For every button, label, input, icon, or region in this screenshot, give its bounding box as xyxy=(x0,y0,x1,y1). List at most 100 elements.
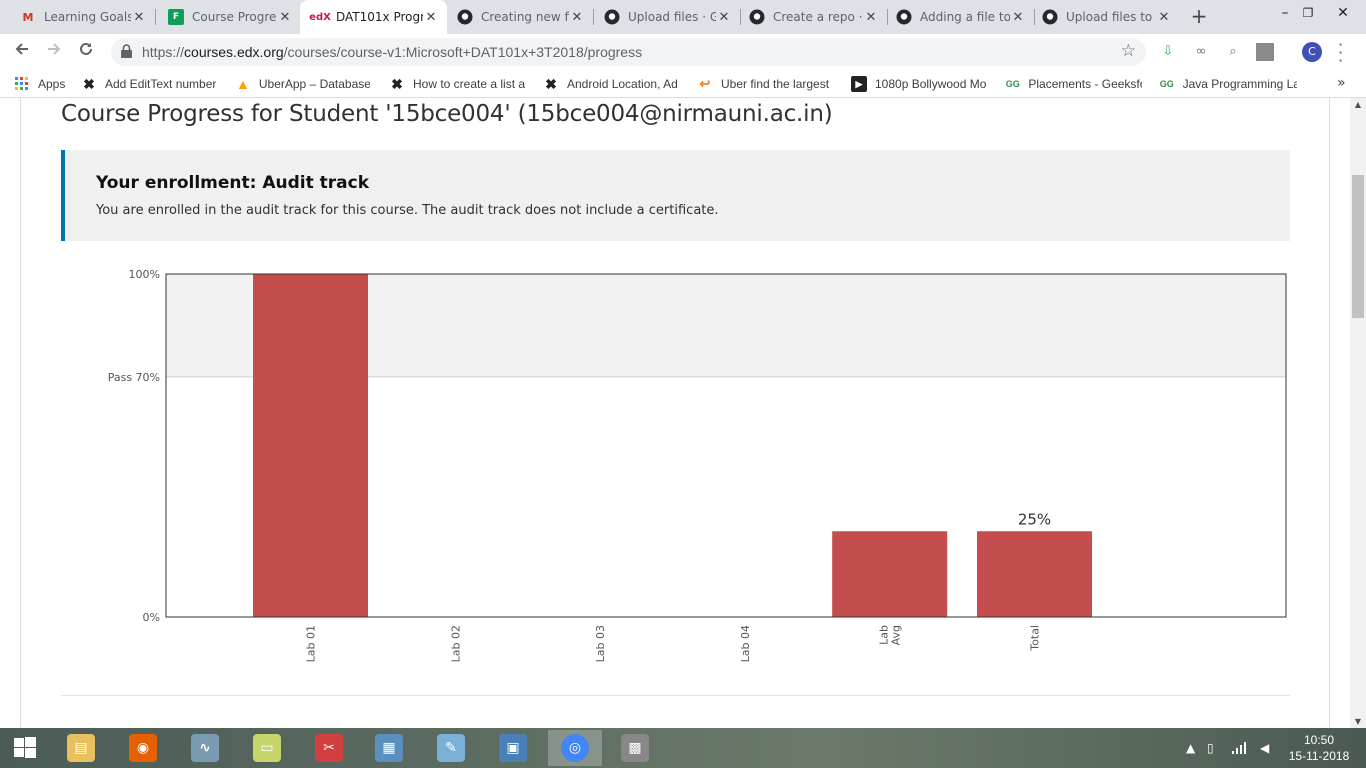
scroll-up-icon[interactable]: ▲ xyxy=(1350,100,1366,109)
bookmark-uberapp[interactable]: ▲ UberApp – Database xyxy=(235,75,370,93)
taskbar-app-button[interactable]: ✂ xyxy=(302,730,356,766)
close-icon[interactable]: ✕ xyxy=(277,10,293,25)
taskbar-app-button[interactable]: ▣ xyxy=(486,730,540,766)
edx-icon: edX xyxy=(309,11,331,23)
enrollment-banner: Your enrollment: Audit track You are enr… xyxy=(61,150,1290,241)
gmail-icon: M xyxy=(22,10,34,24)
tray-chevron-icon[interactable]: ▲ xyxy=(1186,728,1195,768)
close-icon[interactable]: ✕ xyxy=(131,10,147,25)
reload-button[interactable] xyxy=(74,40,98,64)
firefox-icon: ◉ xyxy=(129,734,157,762)
bookmark-placements-gfg[interactable]: GG Placements - Geeksfo xyxy=(1005,75,1142,93)
forms-icon: F xyxy=(168,9,184,25)
github-icon xyxy=(896,9,912,25)
window-close-button[interactable]: ✕ xyxy=(1320,0,1366,30)
taskbar-app-button[interactable]: ▤ xyxy=(54,730,108,766)
scroll-down-icon[interactable]: ▼ xyxy=(1350,717,1366,726)
address-bar[interactable]: https://courses.edx.org/courses/course-v… xyxy=(111,38,1146,66)
start-button[interactable] xyxy=(0,728,50,768)
back-button[interactable] xyxy=(10,40,34,64)
vertical-scrollbar[interactable]: ▲ ▼ xyxy=(1350,98,1366,728)
taskbar-app-button[interactable]: ▦ xyxy=(362,730,416,766)
forward-arrow-icon xyxy=(48,43,61,55)
chart-bar xyxy=(253,274,368,617)
bookmark-bollywood[interactable]: ▶ 1080p Bollywood Mo xyxy=(851,75,989,93)
gfg-icon: GG xyxy=(1159,79,1174,89)
chart-bar xyxy=(977,531,1092,617)
bookmark-label: Uber find the largest xyxy=(721,77,830,91)
bookmarks-overflow-icon[interactable]: » xyxy=(1337,75,1346,91)
close-icon[interactable]: ✕ xyxy=(863,10,879,25)
tab-course-progress[interactable]: F Course Progress ✕ xyxy=(156,0,301,34)
tab-upload-files[interactable]: Upload files · G ✕ xyxy=(594,0,740,34)
taskbar-app-button[interactable]: ▭ xyxy=(240,730,294,766)
bookmark-star-icon[interactable]: ☆ xyxy=(1121,41,1136,61)
tab-creating-new-files[interactable]: Creating new files ✕ xyxy=(447,0,593,34)
bookmark-create-list[interactable]: ✖ How to create a list a xyxy=(389,75,526,93)
file-explorer-icon: ▤ xyxy=(67,734,95,762)
close-icon[interactable]: ✕ xyxy=(1010,10,1026,25)
github-icon xyxy=(604,9,620,25)
x-icon: ✖ xyxy=(545,75,557,92)
bookmark-add-edittext[interactable]: ✖ Add EditText number xyxy=(81,75,219,93)
tab-upload-files-to[interactable]: Upload files to ✕ xyxy=(1035,0,1180,34)
page-content: Course Progress for Student '15bce004' (… xyxy=(0,98,1350,728)
taskbar-app-button[interactable]: ∿ xyxy=(178,730,232,766)
taskbar-app-button[interactable]: ◉ xyxy=(116,730,170,766)
y-tick-label: Pass 70% xyxy=(108,371,160,384)
extension-download-icon[interactable]: ⇩ xyxy=(1159,43,1177,61)
close-icon[interactable]: ✕ xyxy=(716,10,732,25)
tab-label: Creating new files xyxy=(481,10,569,24)
github-icon xyxy=(1042,9,1058,25)
bookmark-label: 1080p Bollywood Mo xyxy=(875,77,987,91)
progress-chart: Lab 01 Lab 02 Lab 03 Lab 04 LabAvg Total 0% Pas… xyxy=(108,268,1287,662)
extension-search-icon[interactable]: ⌕ xyxy=(1224,43,1242,61)
apps-icon xyxy=(14,76,30,92)
x-tick-label: Lab 01 xyxy=(305,625,318,662)
windows-taskbar: ▤ ◉ ∿ ▭ ✂ ▦ ✎ ▣ ◎ ▩ ▲ ▯ ◀ 10:50 15-11-2018 xyxy=(0,728,1366,768)
task-manager-icon: ∿ xyxy=(191,734,219,762)
url-path: /courses/course-v1:Microsoft+DAT101x+3T2… xyxy=(283,44,643,60)
close-icon[interactable]: ✕ xyxy=(569,10,585,25)
x-tick-label: Lab 04 xyxy=(739,625,752,662)
tab-dat101x-progress[interactable]: edX DAT101x Progress ✕ xyxy=(300,0,447,34)
profile-avatar[interactable]: C xyxy=(1302,42,1322,62)
tray-device-icon[interactable]: ▯ xyxy=(1207,728,1214,768)
taskbar-app-button[interactable]: ◎ xyxy=(548,730,602,766)
play-icon: ▶ xyxy=(851,76,867,92)
back-arrow-icon xyxy=(15,43,28,55)
tab-learning-goals[interactable]: M Learning Goals ✕ xyxy=(0,0,155,34)
bookmark-label: UberApp – Database xyxy=(258,77,370,91)
extension-cycle-icon[interactable]: ∞ xyxy=(1192,43,1210,61)
tab-adding-a-file[interactable]: Adding a file to ✕ xyxy=(888,0,1034,34)
firebase-icon: ▲ xyxy=(236,76,250,92)
close-icon[interactable]: ✕ xyxy=(1156,10,1172,25)
bookmark-uber-largest[interactable]: ↩ Uber find the largest xyxy=(697,75,832,93)
close-icon[interactable]: ✕ xyxy=(423,10,439,25)
bookmark-label: Placements - Geeksfo xyxy=(1028,77,1142,91)
scrollbar-thumb[interactable] xyxy=(1352,175,1364,318)
extension-gray-icon[interactable] xyxy=(1256,43,1274,61)
snipping-tool-icon: ✂ xyxy=(315,734,343,762)
bookmark-label: Add EditText number xyxy=(105,77,217,91)
system-clock[interactable]: 10:50 15-11-2018 xyxy=(1284,732,1354,764)
new-tab-button[interactable]: + xyxy=(1188,5,1210,27)
network-signal-icon[interactable] xyxy=(1232,728,1246,768)
volume-icon[interactable]: ◀ xyxy=(1260,728,1269,768)
bookmark-label: Android Location, Ad xyxy=(567,77,678,91)
browser-menu-icon[interactable]: · · · xyxy=(1338,37,1344,69)
tab-label: DAT101x Progress xyxy=(336,10,423,24)
browser-toolbar: https://courses.edx.org/courses/course-v… xyxy=(0,34,1366,70)
tab-create-a-repo[interactable]: Create a repo · ✕ xyxy=(741,0,887,34)
forward-button[interactable] xyxy=(42,40,66,64)
clock-date: 15-11-2018 xyxy=(1288,749,1350,763)
x-tick-label: Lab 02 xyxy=(449,625,462,662)
bookmark-android-location[interactable]: ✖ Android Location, Ad xyxy=(543,75,680,93)
taskbar-app-button[interactable]: ▩ xyxy=(608,730,662,766)
bookmark-java-gfg[interactable]: GG Java Programming La xyxy=(1159,75,1297,93)
page-title: Course Progress for Student '15bce004' (… xyxy=(61,101,833,127)
taskbar-app-button[interactable]: ✎ xyxy=(424,730,478,766)
bookmark-apps[interactable]: Apps xyxy=(14,75,74,93)
x-icon: ✖ xyxy=(391,75,403,92)
lock-icon xyxy=(121,44,132,58)
